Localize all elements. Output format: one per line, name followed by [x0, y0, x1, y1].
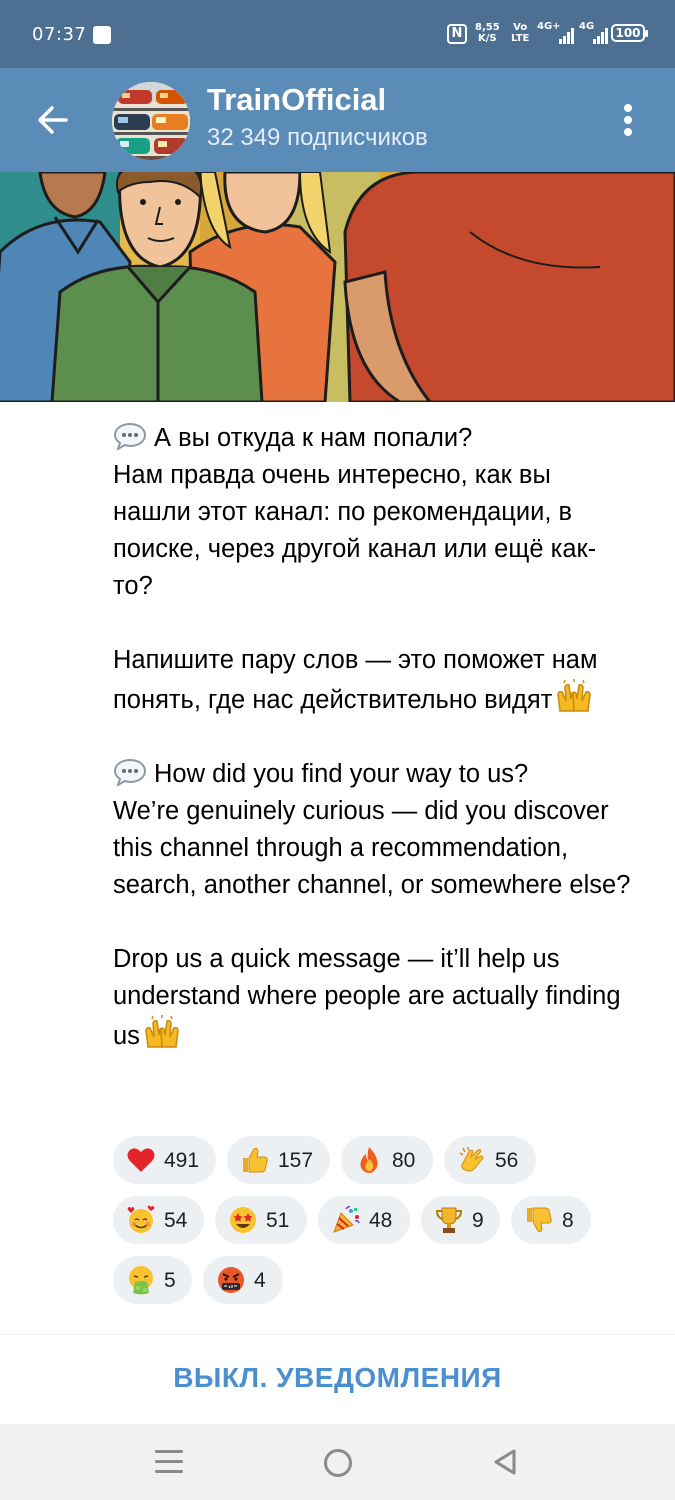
more-options-button[interactable] [616, 102, 640, 138]
volte-bottom: LTE [511, 33, 530, 44]
reaction-count: 80 [392, 1149, 416, 1172]
chat-header: TrainOfficial 32 349 подписчиков [0, 68, 675, 172]
back-button[interactable] [32, 100, 72, 140]
cursing-face-icon [218, 1267, 244, 1293]
recent-apps-button[interactable] [155, 1450, 183, 1474]
red-heart-icon [127, 1148, 155, 1172]
reaction-smiling-hearts[interactable]: 54 [113, 1196, 204, 1244]
subscriber-count: 32 349 подписчиков [207, 124, 428, 151]
reaction-fire[interactable]: 80 [341, 1136, 433, 1184]
reaction-count: 8 [562, 1209, 574, 1232]
triangle-back-icon [494, 1449, 516, 1475]
post-paragraph-en-1-text: How did you find your way to us? We’re g… [113, 760, 631, 899]
reaction-count: 48 [369, 1209, 393, 1232]
reaction-count: 51 [266, 1209, 290, 1232]
raising-hands-icon [145, 1015, 179, 1048]
signal-bars-2-icon [593, 28, 609, 44]
speech-balloon-icon [113, 422, 147, 450]
home-button[interactable] [324, 1449, 352, 1477]
reaction-count: 54 [164, 1209, 188, 1232]
post-paragraph-ru-1-text: А вы откуда к нам попали? Нам правда оче… [113, 424, 597, 600]
fire-icon [360, 1147, 378, 1173]
battery-icon: 100 [611, 24, 648, 42]
network-speed-value: 8,55 [475, 22, 500, 33]
reaction-star-struck[interactable]: 51 [215, 1196, 307, 1244]
signal-bars-1-icon [559, 28, 575, 44]
trophy-icon [435, 1207, 463, 1233]
smiling-face-with-hearts-icon [127, 1205, 155, 1233]
train-avatar-icon [112, 82, 190, 160]
reaction-thumbs-up[interactable]: 157 [227, 1136, 330, 1184]
post-paragraph-en-1: How did you find your way to us? We’re g… [113, 756, 633, 904]
reaction-count: 491 [164, 1149, 200, 1172]
clapping-hands-icon [459, 1147, 484, 1172]
volte-indicator: Vo LTE [511, 22, 529, 44]
party-popper-icon [333, 1206, 360, 1233]
nfc-icon: N [447, 24, 467, 44]
post-illustration[interactable] [0, 172, 675, 402]
reaction-heart[interactable]: 491 [113, 1136, 216, 1184]
reaction-cursing[interactable]: 4 [203, 1256, 283, 1304]
reaction-count: 5 [164, 1269, 176, 1292]
reaction-thumbs-down[interactable]: 8 [511, 1196, 591, 1244]
vomiting-face-icon [129, 1266, 153, 1295]
network-type-2: 4G [579, 21, 595, 32]
system-nav-bar [0, 1424, 675, 1500]
status-time: 07:37 [32, 24, 87, 45]
mute-notifications-button[interactable]: ВЫКЛ. УВЕДОМЛЕНИЯ [0, 1336, 675, 1424]
thumbs-up-icon [243, 1147, 268, 1173]
reaction-count: 4 [254, 1269, 266, 1292]
post-paragraph-ru-2-text: Напишите пару слов — это поможет нам пон… [113, 646, 605, 714]
network-speed-unit: K/S [478, 33, 497, 44]
reaction-count: 157 [278, 1149, 314, 1172]
people-illustration-image [0, 172, 675, 402]
notification-square-icon [93, 26, 111, 44]
status-bar: 07:37 N 8,55 K/S Vo LTE 4G+ 4G 100 [0, 0, 675, 68]
reaction-count: 56 [495, 1149, 519, 1172]
post-paragraph-ru-1: А вы откуда к нам попали? Нам правда оче… [113, 420, 633, 605]
star-struck-icon [230, 1207, 256, 1233]
reaction-party-popper[interactable]: 48 [318, 1196, 410, 1244]
channel-avatar[interactable] [112, 82, 190, 160]
thumbs-down-icon [527, 1207, 552, 1233]
channel-title[interactable]: TrainOfficial [207, 82, 386, 118]
raising-hands-icon [557, 679, 592, 712]
post-paragraph-ru-2: Напишите пару слов — это поможет нам пон… [113, 642, 633, 719]
reaction-clap[interactable]: 56 [444, 1136, 536, 1184]
network-speed: 8,55 K/S [475, 22, 500, 44]
speech-balloon-icon [113, 758, 147, 786]
network-type-1: 4G+ [537, 21, 561, 32]
post-paragraph-en-2-text: Drop us a quick message — it’ll help us … [113, 945, 628, 1050]
reaction-trophy[interactable]: 9 [421, 1196, 500, 1244]
post-message: А вы откуда к нам попали? Нам правда оче… [113, 420, 633, 1055]
system-back-button[interactable] [492, 1448, 518, 1476]
reaction-vomiting[interactable]: 5 [113, 1256, 192, 1304]
status-indicators: N 8,55 K/S Vo LTE 4G+ 4G 100 [447, 20, 648, 50]
back-arrow-icon [38, 106, 68, 134]
reaction-count: 9 [472, 1209, 484, 1232]
divider [0, 1334, 675, 1335]
post-paragraph-en-2: Drop us a quick message — it’ll help us … [113, 941, 633, 1055]
volte-top: Vo [513, 22, 528, 33]
